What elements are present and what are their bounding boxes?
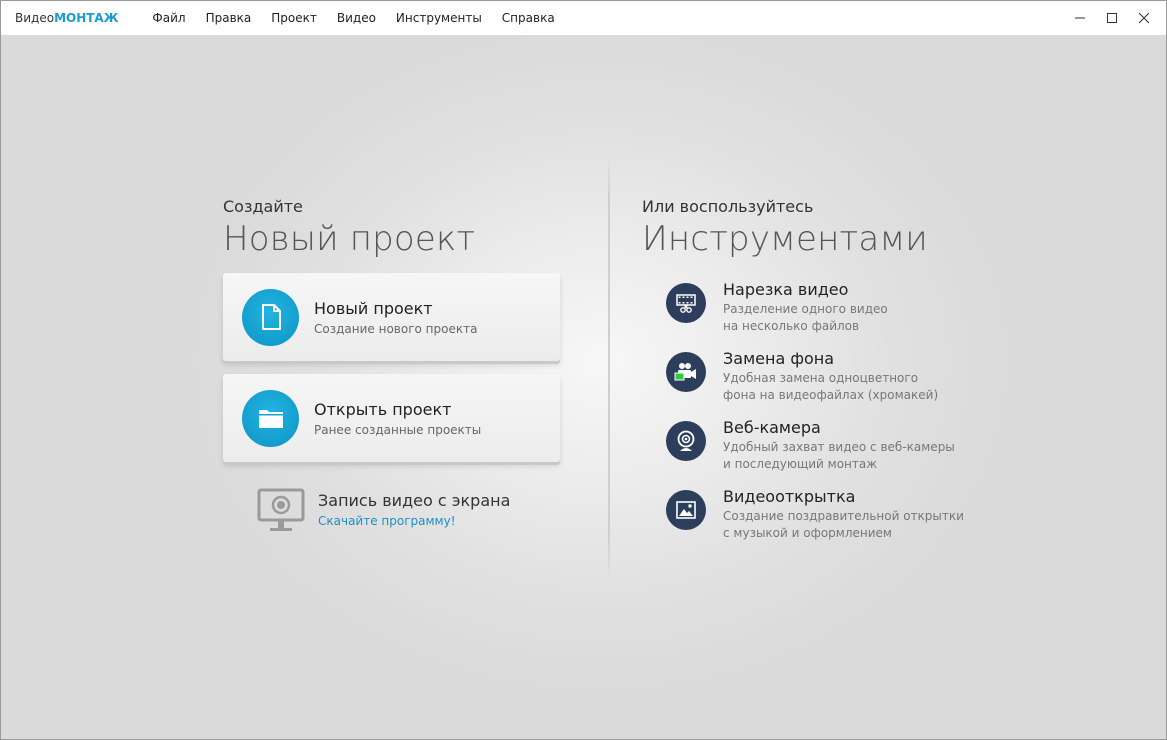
new-project-button[interactable]: Новый проект Создание нового проекта [223, 273, 560, 361]
menu-tools[interactable]: Инструменты [386, 11, 492, 25]
tool-chromakey-title: Замена фона [723, 349, 835, 368]
tool-webcam[interactable]: Веб-камера Удобный захват видео с веб-ка… [666, 418, 955, 472]
app-window: ВидеоМОНТАЖ Файл Правка Проект Видео Инс… [0, 0, 1167, 740]
picture-icon [676, 501, 696, 519]
menu-video[interactable]: Видео [327, 11, 386, 25]
open-project-button[interactable]: Открыть проект Ранее созданные проекты [223, 374, 560, 462]
tool-video-cut[interactable]: Нарезка видео Разделение одного видео на… [666, 280, 888, 334]
maximize-button[interactable] [1096, 1, 1128, 35]
window-controls [1064, 1, 1160, 35]
tool-video-cut-desc1: Разделение одного видео [723, 302, 888, 316]
tool-postcard-circle [666, 490, 706, 530]
open-project-text: Открыть проект Ранее созданные проекты [314, 400, 481, 437]
tool-webcam-desc2: и последующий монтаж [723, 457, 878, 471]
webcam-icon [677, 430, 695, 451]
menu-file[interactable]: Файл [142, 11, 195, 25]
close-button[interactable] [1128, 1, 1160, 35]
new-project-text: Новый проект Создание нового проекта [314, 299, 477, 336]
tool-video-cut-title: Нарезка видео [723, 280, 849, 299]
close-icon [1138, 12, 1150, 24]
tool-video-cut-text: Нарезка видео Разделение одного видео на… [723, 280, 888, 334]
tools-section: Или воспользуйтесь Инструментами [642, 197, 1002, 260]
menu-edit[interactable]: Правка [196, 11, 262, 25]
tool-webcam-title: Веб-камера [723, 418, 821, 437]
tool-postcard-title: Видеооткрытка [723, 487, 856, 506]
menu-project[interactable]: Проект [261, 11, 327, 25]
camera-chromakey-icon [674, 363, 696, 381]
menu-bar: Файл Правка Проект Видео Инструменты Спр… [142, 11, 564, 25]
monitor-record-icon [257, 488, 305, 531]
minimize-button[interactable] [1064, 1, 1096, 35]
section-divider [608, 154, 610, 582]
tool-postcard[interactable]: Видеооткрытка Создание поздравительной о… [666, 487, 964, 541]
title-bar: ВидеоМОНТАЖ Файл Правка Проект Видео Инс… [1, 1, 1166, 35]
tool-video-cut-circle [666, 283, 706, 323]
tool-chromakey-text: Замена фона Удобная замена одноцветного … [723, 349, 938, 403]
open-project-icon-circle [242, 389, 299, 447]
tool-webcam-desc1: Удобный захват видео с веб-камеры [723, 440, 955, 454]
tool-chromakey-circle [666, 352, 706, 392]
tools-kicker: Или воспользуйтесь [642, 197, 814, 216]
tool-chromakey[interactable]: Замена фона Удобная замена одноцветного … [666, 349, 938, 403]
screen-record-text: Запись видео с экрана Скачайте программу… [318, 491, 510, 528]
create-section: Создайте Новый проект [223, 197, 563, 260]
tool-postcard-desc2: с музыкой и оформлением [723, 526, 892, 540]
screen-record-title: Запись видео с экрана [318, 491, 511, 510]
menu-help[interactable]: Справка [492, 11, 565, 25]
film-scissors-icon [676, 294, 696, 313]
maximize-icon [1107, 13, 1117, 23]
new-project-subtitle: Создание нового проекта [314, 321, 478, 336]
create-title: Новый проект [223, 219, 476, 259]
download-program-link[interactable]: Скачайте программу! [318, 514, 510, 528]
open-project-title: Открыть проект [314, 399, 452, 419]
app-logo-part2: МОНТАЖ [54, 11, 119, 25]
document-icon [261, 304, 281, 330]
app-logo: ВидеоМОНТАЖ [15, 11, 118, 25]
tool-chromakey-desc2: фона на видеофайлах (хромакей) [723, 388, 939, 402]
app-logo-part1: Видео [15, 11, 55, 25]
tool-webcam-circle [666, 421, 706, 461]
tools-title: Инструментами [642, 219, 928, 259]
new-project-title: Новый проект [314, 298, 433, 318]
screen-record-promo: Запись видео с экрана Скачайте программу… [256, 487, 510, 535]
tool-webcam-text: Веб-камера Удобный захват видео с веб-ка… [723, 418, 955, 472]
minimize-icon [1075, 17, 1085, 19]
create-kicker: Создайте [223, 197, 303, 216]
tool-postcard-text: Видеооткрытка Создание поздравительной о… [723, 487, 964, 541]
tool-video-cut-desc2: на несколько файлов [723, 319, 860, 333]
tool-chromakey-desc1: Удобная замена одноцветного [723, 371, 919, 385]
tool-postcard-desc1: Создание поздравительной открытки [723, 509, 964, 523]
folder-icon [258, 410, 283, 428]
new-project-icon-circle [242, 288, 299, 346]
open-project-subtitle: Ранее созданные проекты [314, 422, 482, 437]
